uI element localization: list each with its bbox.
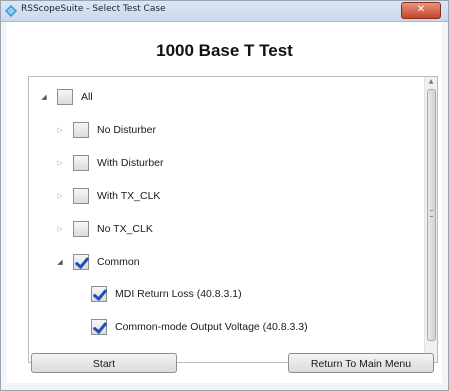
scrollbar-thumb[interactable] [427, 89, 436, 341]
app-icon [5, 5, 17, 17]
tree-item-label: With Disturber [97, 157, 164, 169]
tree-item-label: All [81, 91, 93, 103]
checkbox-with-tx-clk[interactable] [73, 188, 89, 204]
dialog-content: 1000 Base T Test ◢ All ▷ No Disturber ▷ … [7, 22, 442, 383]
close-icon: ✕ [416, 4, 426, 15]
tree-item-common[interactable]: ◢ Common [55, 252, 140, 272]
expand-arrow-icon[interactable]: ◢ [55, 257, 65, 267]
tree-item-label: MDI Return Loss (40.8.3.1) [115, 288, 242, 300]
tree-item-mdi-return-loss[interactable]: MDI Return Loss (40.8.3.1) [73, 284, 242, 304]
checkbox-with-disturber[interactable] [73, 155, 89, 171]
collapse-arrow-icon[interactable]: ▷ [55, 125, 65, 135]
tree-item-label: With TX_CLK [97, 190, 161, 202]
test-case-tree[interactable]: ◢ All ▷ No Disturber ▷ With Disturber ▷ … [28, 76, 438, 363]
tree-item-no-tx-clk[interactable]: ▷ No TX_CLK [55, 219, 153, 239]
expand-arrow-icon[interactable]: ◢ [39, 92, 49, 102]
tree-item-with-tx-clk[interactable]: ▷ With TX_CLK [55, 186, 160, 206]
checkbox-mdi-return-loss[interactable] [91, 286, 107, 302]
page-title: 1000 Base T Test [156, 41, 293, 60]
collapse-arrow-icon[interactable]: ▷ [55, 191, 65, 201]
tree-item-label: No Disturber [97, 124, 156, 136]
tree-item-common-mode-output-voltage[interactable]: Common-mode Output Voltage (40.8.3.3) [73, 317, 308, 337]
checkbox-common[interactable] [73, 254, 89, 270]
grip-icon [430, 210, 433, 217]
checkbox-common-mode-output-voltage[interactable] [91, 319, 107, 335]
close-button[interactable]: ✕ [401, 2, 441, 19]
checkbox-no-disturber[interactable] [73, 122, 89, 138]
checkbox-all[interactable] [57, 89, 73, 105]
title-bar[interactable]: RSScopeSuite - Select Test Case ✕ [1, 1, 448, 22]
tree-item-label: No TX_CLK [97, 223, 153, 235]
tree-item-with-disturber[interactable]: ▷ With Disturber [55, 153, 164, 173]
start-button[interactable]: Start [31, 353, 177, 373]
vertical-scrollbar[interactable]: ▲ ▼ [424, 77, 437, 362]
scroll-up-icon[interactable]: ▲ [425, 77, 437, 87]
collapse-arrow-icon[interactable]: ▷ [55, 224, 65, 234]
tree-item-all[interactable]: ◢ All [39, 87, 93, 107]
tree-item-label: Common-mode Output Voltage (40.8.3.3) [115, 321, 308, 333]
tree-item-no-disturber[interactable]: ▷ No Disturber [55, 120, 156, 140]
window-title: RSScopeSuite - Select Test Case [21, 4, 166, 14]
tree-item-label: Common [97, 256, 140, 268]
dialog-window: RSScopeSuite - Select Test Case ✕ 1000 B… [0, 0, 449, 391]
checkbox-no-tx-clk[interactable] [73, 221, 89, 237]
return-to-main-menu-button[interactable]: Return To Main Menu [288, 353, 434, 373]
collapse-arrow-icon[interactable]: ▷ [55, 158, 65, 168]
